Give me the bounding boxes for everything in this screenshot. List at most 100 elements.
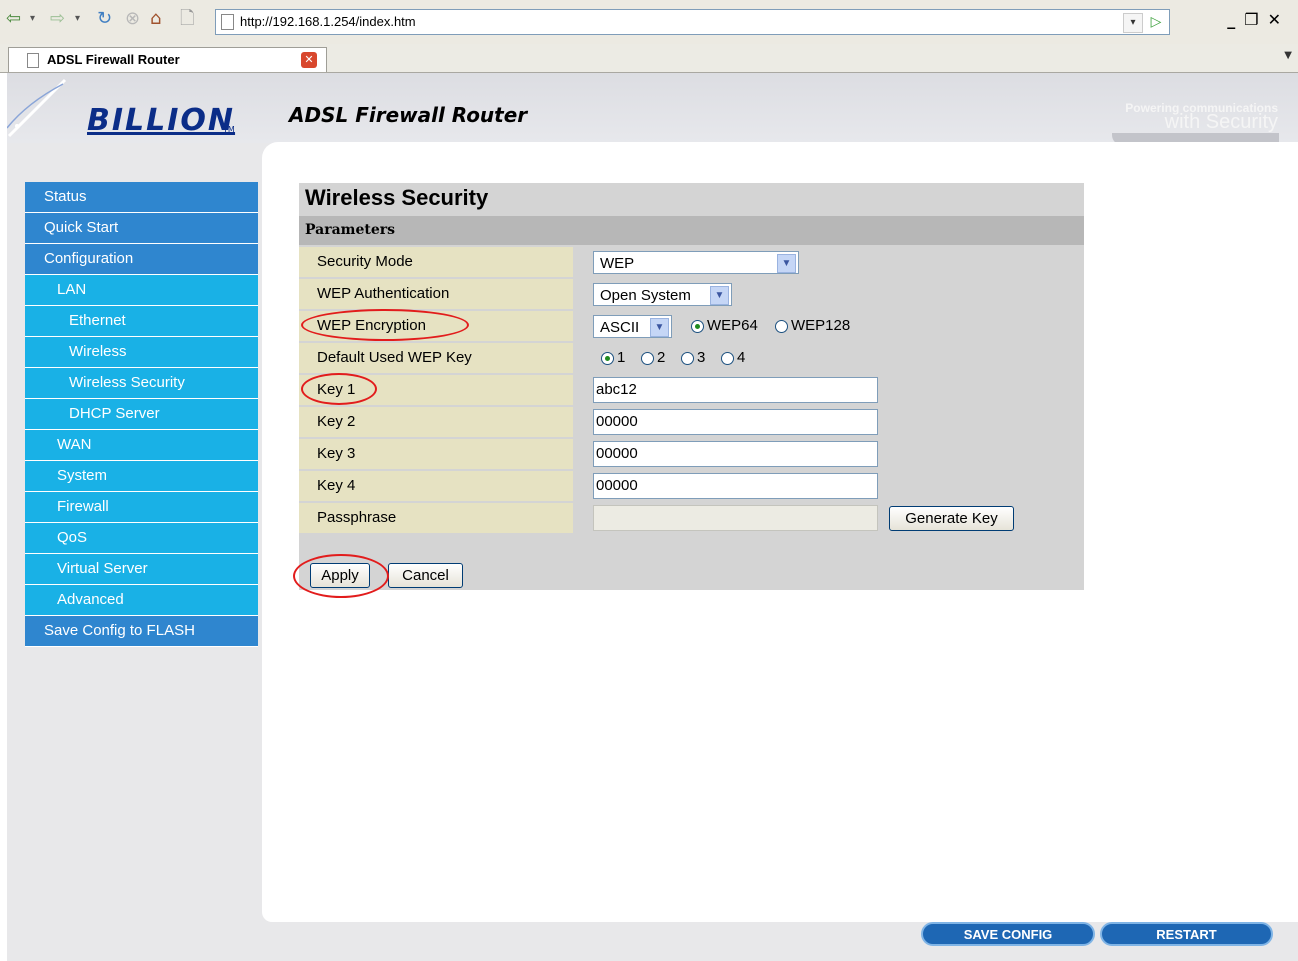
billion-logo: BILLION xyxy=(87,103,236,138)
sidebar-item-qos[interactable]: QoS xyxy=(25,523,258,554)
key1-value-cell: abc12 xyxy=(575,375,1084,405)
wep-auth-value: Open System xyxy=(600,287,691,304)
default-key-option-1: 1 xyxy=(617,349,626,366)
go-icon[interactable]: ▷ xyxy=(1147,13,1165,31)
default-key-radio-1[interactable] xyxy=(601,352,614,365)
sidebar-item-quick-start[interactable]: Quick Start xyxy=(25,213,258,244)
apply-button[interactable]: Apply xyxy=(310,563,370,588)
chevron-down-icon[interactable]: ▼ xyxy=(710,286,729,305)
sidebar-item-advanced[interactable]: Advanced xyxy=(25,585,258,616)
default-key-label-cell: Default Used WEP Key xyxy=(299,343,573,373)
chevron-down-icon[interactable]: ▼ xyxy=(650,318,669,337)
sidebar-item-ethernet[interactable]: Ethernet xyxy=(25,306,258,337)
save-config-button[interactable]: SAVE CONFIG xyxy=(921,922,1095,946)
window-controls[interactable]: _❐✕ xyxy=(1227,10,1290,29)
wep-auth-label-cell: WEP Authentication xyxy=(299,279,573,309)
key2-input[interactable]: 00000 xyxy=(593,409,878,435)
security-mode-value-cell: WEP ▼ xyxy=(575,247,1084,277)
tab-title[interactable]: ADSL Firewall Router xyxy=(47,52,180,67)
key3-label: Key 3 xyxy=(317,445,356,462)
stop-icon[interactable]: ⊗ xyxy=(125,8,140,30)
address-bar[interactable]: http://192.168.1.254/index.htm ▾ ▷ xyxy=(215,9,1170,35)
passphrase-input[interactable] xyxy=(593,505,878,531)
minimize-icon[interactable]: _ xyxy=(1227,10,1244,29)
wep-encryption-value-cell: ASCII ▼ WEP64 WEP128 xyxy=(575,311,1084,341)
sidebar-nav: Status Quick Start Configuration LAN Eth… xyxy=(25,182,258,647)
wep128-radio[interactable] xyxy=(775,320,788,333)
sidebar-item-firewall[interactable]: Firewall xyxy=(25,492,258,523)
passphrase-label: Passphrase xyxy=(317,509,397,526)
sidebar-item-status[interactable]: Status xyxy=(25,182,258,213)
key3-value-cell: 00000 xyxy=(575,439,1084,469)
key2-label-cell: Key 2 xyxy=(299,407,573,437)
key2-label: Key 2 xyxy=(317,413,356,430)
restore-icon[interactable]: ❐ xyxy=(1244,10,1267,29)
sidebar-item-dhcp-server[interactable]: DHCP Server xyxy=(25,399,258,430)
wep-encryption-label: WEP Encryption xyxy=(317,317,426,334)
sidebar-item-save-config-to-flash[interactable]: Save Config to FLASH xyxy=(25,616,258,647)
security-mode-value: WEP xyxy=(600,255,635,272)
forward-dropdown-icon[interactable]: ▾ xyxy=(75,8,80,30)
wep-auth-select[interactable]: Open System ▼ xyxy=(593,283,732,306)
url-text[interactable]: http://192.168.1.254/index.htm xyxy=(240,14,416,29)
cancel-button[interactable]: Cancel xyxy=(388,563,463,588)
key3-label-cell: Key 3 xyxy=(299,439,573,469)
default-key-radio-2[interactable] xyxy=(641,352,654,365)
parameters-header: Parameters xyxy=(299,216,1084,245)
logo-swoosh-icon xyxy=(7,78,67,138)
sidebar-item-wireless-security[interactable]: Wireless Security xyxy=(25,368,258,399)
tab-page-icon xyxy=(27,53,39,68)
security-mode-select[interactable]: WEP ▼ xyxy=(593,251,799,274)
parameters-label: Parameters xyxy=(305,222,396,238)
wep64-label: WEP64 xyxy=(707,317,758,334)
browser-tab[interactable]: ADSL Firewall Router ✕ xyxy=(8,47,327,72)
wep128-label: WEP128 xyxy=(791,317,851,334)
security-mode-label-cell: Security Mode xyxy=(299,247,573,277)
sidebar-item-lan[interactable]: LAN xyxy=(25,275,258,306)
app-title: ADSL Firewall Router xyxy=(289,103,528,127)
trademark-mark: TM xyxy=(223,125,235,134)
back-icon[interactable]: ⇦ xyxy=(6,8,21,30)
sidebar-item-system[interactable]: System xyxy=(25,461,258,492)
wep-encryption-label-cell: WEP Encryption xyxy=(299,311,573,341)
key2-value-cell: 00000 xyxy=(575,407,1084,437)
key1-input[interactable]: abc12 xyxy=(593,377,878,403)
generate-key-button[interactable]: Generate Key xyxy=(889,506,1014,531)
chevron-down-icon[interactable]: ▼ xyxy=(777,254,796,273)
default-key-value-cell: 1 2 3 4 xyxy=(575,343,1084,373)
default-key-radio-4[interactable] xyxy=(721,352,734,365)
wep64-radio[interactable] xyxy=(691,320,704,333)
close-window-icon[interactable]: ✕ xyxy=(1268,10,1290,29)
default-key-option-2: 2 xyxy=(657,349,666,366)
default-key-label: Default Used WEP Key xyxy=(317,349,472,366)
forward-icon[interactable]: ⇨ xyxy=(50,8,65,30)
key4-label-cell: Key 4 xyxy=(299,471,573,501)
address-dropdown-icon[interactable]: ▾ xyxy=(1123,13,1143,33)
key4-input[interactable]: 00000 xyxy=(593,473,878,499)
wep-auth-label: WEP Authentication xyxy=(317,285,450,302)
restart-button[interactable]: RESTART xyxy=(1100,922,1273,946)
key3-input[interactable]: 00000 xyxy=(593,441,878,467)
page-header: BILLION TM ADSL Firewall Router Powering… xyxy=(7,73,1298,143)
tagline-line2: with Security xyxy=(1164,111,1278,133)
reload-icon[interactable]: ↻ xyxy=(97,8,112,30)
key1-label: Key 1 xyxy=(317,381,356,398)
default-key-radio-3[interactable] xyxy=(681,352,694,365)
sidebar-item-wireless[interactable]: Wireless xyxy=(25,337,258,368)
tagline: Powering communications with Security xyxy=(1125,101,1278,133)
page-title: Wireless Security xyxy=(305,185,489,210)
tab-list-icon[interactable]: ▼ xyxy=(1284,50,1292,61)
sidebar-item-wan[interactable]: WAN xyxy=(25,430,258,461)
sidebar-item-configuration[interactable]: Configuration xyxy=(25,244,258,275)
tab-close-icon[interactable]: ✕ xyxy=(301,52,317,68)
router-page: BILLION TM ADSL Firewall Router Powering… xyxy=(7,73,1298,961)
default-key-option-4: 4 xyxy=(737,349,746,366)
home-icon[interactable]: ⌂ xyxy=(150,8,161,30)
back-dropdown-icon[interactable]: ▾ xyxy=(30,8,35,30)
wep-auth-value-cell: Open System ▼ xyxy=(575,279,1084,309)
wep-encryption-select[interactable]: ASCII ▼ xyxy=(593,315,672,338)
sidebar-item-virtual-server[interactable]: Virtual Server xyxy=(25,554,258,585)
key4-value-cell: 00000 xyxy=(575,471,1084,501)
browser-toolbar: ⇦ ▾ ⇨ ▾ ↻ ⊗ ⌂ 🗋 http://192.168.1.254/ind… xyxy=(0,0,1298,45)
tab-bar: ADSL Firewall Router ✕ ▼ xyxy=(0,44,1298,73)
